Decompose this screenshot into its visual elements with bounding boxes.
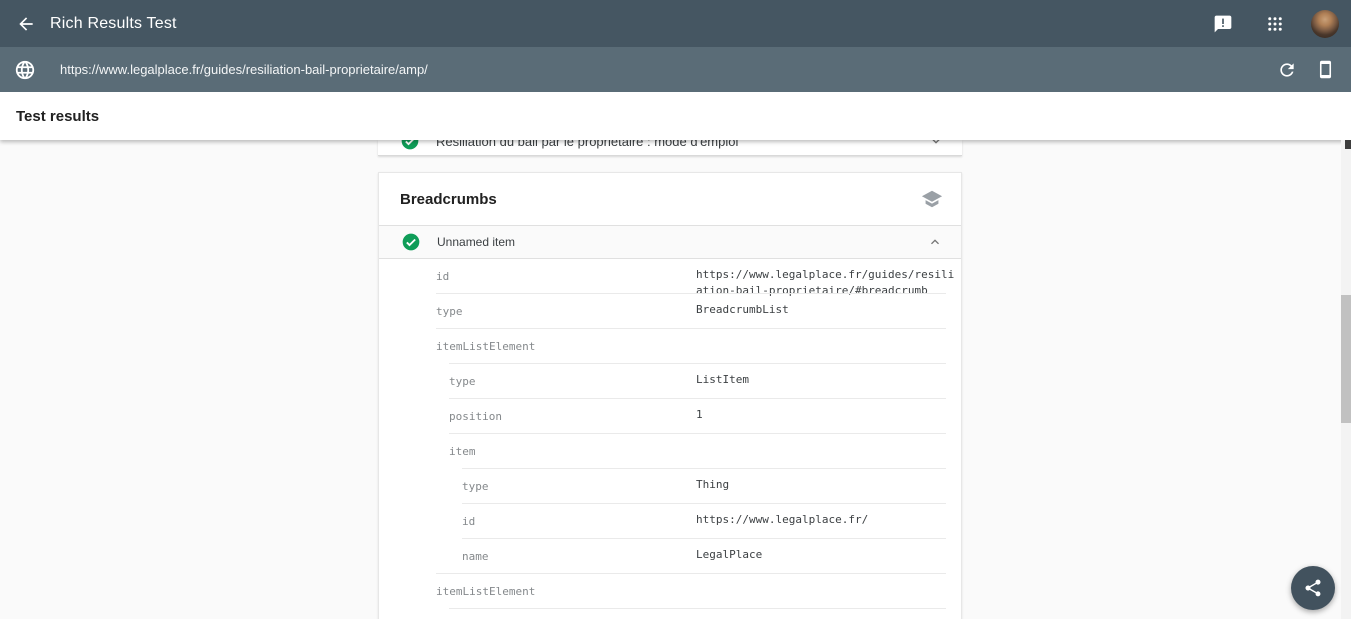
table-row: type Thing bbox=[462, 468, 946, 503]
table-row: typeListItem bbox=[449, 608, 946, 619]
scrollbar-notch bbox=[1345, 140, 1351, 149]
property-value: Thing bbox=[696, 477, 729, 493]
smartphone-icon bbox=[1316, 60, 1335, 79]
url-bar: https://www.legalplace.fr/guides/resilia… bbox=[0, 47, 1351, 92]
property-value: 1 bbox=[696, 407, 703, 423]
results-header: Test results bbox=[0, 92, 1351, 140]
property-value: LegalPlace bbox=[696, 547, 762, 563]
arrow-back-icon bbox=[16, 14, 36, 34]
table-row: idhttps://www.legalplace.fr/guides/resil… bbox=[436, 259, 946, 293]
check-circle-icon bbox=[401, 232, 421, 252]
property-key: itemListElement bbox=[436, 585, 535, 598]
previous-result-row[interactable]: Résiliation du bail par le propriétaire … bbox=[378, 140, 962, 156]
google-apps-button[interactable] bbox=[1259, 8, 1291, 40]
property-key: id bbox=[462, 515, 475, 528]
property-key: id bbox=[436, 270, 449, 283]
breadcrumbs-card-header: Breadcrumbs bbox=[379, 173, 961, 226]
refresh-icon bbox=[1277, 60, 1297, 80]
scrollbar-track bbox=[1341, 140, 1351, 619]
property-value: https://www.legalplace.fr/ bbox=[696, 512, 868, 528]
property-value: ListItem bbox=[696, 372, 749, 388]
property-key: item bbox=[449, 445, 476, 458]
table-row: item bbox=[449, 433, 946, 468]
tested-url: https://www.legalplace.fr/guides/resilia… bbox=[60, 62, 1271, 77]
table-row: itemListElement bbox=[436, 573, 946, 608]
property-key: name bbox=[462, 550, 489, 563]
table-row: type BreadcrumbList bbox=[436, 293, 946, 328]
property-value: BreadcrumbList bbox=[696, 302, 789, 318]
item-label: Unnamed item bbox=[437, 235, 927, 249]
learn-more-button[interactable] bbox=[921, 188, 943, 210]
breadcrumbs-card: Breadcrumbs Unnamed item idhttps://www.l… bbox=[378, 172, 962, 619]
table-row: id https://www.legalplace.fr/ bbox=[462, 503, 946, 538]
apps-grid-icon bbox=[1266, 15, 1284, 33]
feedback-icon bbox=[1213, 14, 1233, 34]
card-title: Breadcrumbs bbox=[400, 191, 921, 208]
property-key: type bbox=[462, 480, 489, 493]
page-title: Test results bbox=[16, 108, 99, 125]
account-avatar[interactable] bbox=[1311, 10, 1339, 38]
previous-result-label: Résiliation du bail par le propriétaire … bbox=[436, 140, 928, 149]
property-key: position bbox=[449, 410, 502, 423]
table-row: position 1 bbox=[449, 398, 946, 433]
share-icon bbox=[1303, 578, 1323, 598]
back-button[interactable] bbox=[6, 4, 46, 44]
chevron-up-icon[interactable] bbox=[927, 234, 943, 250]
table-row: type ListItem bbox=[449, 363, 946, 398]
previous-result-card: Résiliation du bail par le propriétaire … bbox=[378, 140, 962, 156]
device-toggle-button[interactable] bbox=[1309, 54, 1341, 86]
feedback-button[interactable] bbox=[1207, 8, 1239, 40]
property-key: type bbox=[449, 375, 476, 388]
property-table: idhttps://www.legalplace.fr/guides/resil… bbox=[436, 259, 946, 619]
graduation-cap-icon bbox=[921, 188, 943, 210]
table-row: name LegalPlace bbox=[462, 538, 946, 573]
share-button[interactable] bbox=[1291, 566, 1335, 610]
rerun-test-button[interactable] bbox=[1271, 54, 1303, 86]
table-row: itemListElement bbox=[436, 328, 946, 363]
chevron-down-icon[interactable] bbox=[928, 140, 944, 149]
app-header: Rich Results Test bbox=[0, 0, 1351, 47]
property-key: type bbox=[436, 305, 463, 318]
app-title: Rich Results Test bbox=[50, 15, 177, 33]
check-circle-icon bbox=[400, 140, 420, 151]
globe-icon bbox=[14, 59, 36, 81]
scrollbar-thumb[interactable] bbox=[1341, 295, 1351, 423]
property-key: itemListElement bbox=[436, 340, 535, 353]
unnamed-item-row[interactable]: Unnamed item bbox=[379, 226, 961, 259]
